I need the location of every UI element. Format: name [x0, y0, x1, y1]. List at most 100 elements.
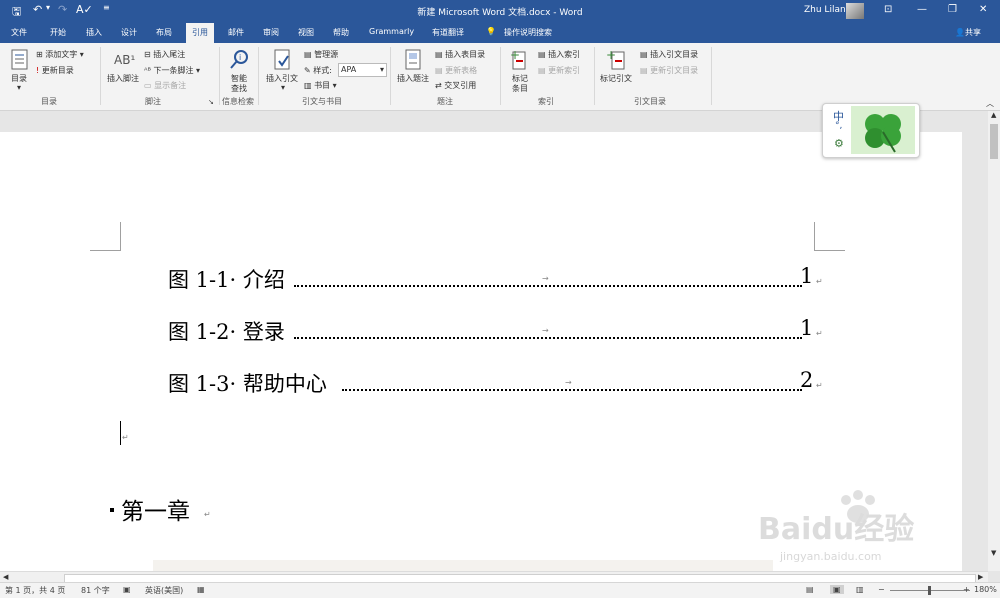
divider	[219, 47, 220, 105]
update-table-label: 更新表格	[445, 66, 478, 75]
tab-mailings[interactable]: 邮件	[228, 27, 244, 38]
insert-index-icon: ▤	[538, 50, 546, 59]
scroll-up-icon[interactable]: ▲	[991, 111, 996, 119]
add-text-button[interactable]: ⊞ 添加文字 ▾	[36, 49, 84, 60]
citation-dropdown-icon[interactable]: ▾	[281, 83, 285, 92]
zoom-in-icon[interactable]: +	[963, 585, 970, 594]
language[interactable]: 英语(美国)	[145, 585, 183, 596]
paragraph-mark: ↵	[816, 277, 823, 286]
bibliography-button[interactable]: ▥ 书目 ▾	[304, 80, 337, 91]
dialog-launcher-icon[interactable]: ↘	[208, 98, 214, 106]
insert-tof-label: 插入表目录	[445, 50, 486, 59]
update-toc-button[interactable]: ! 更新目录	[36, 65, 74, 76]
tab-insert[interactable]: 插入	[86, 27, 102, 38]
user-name[interactable]: Zhu Lilan	[804, 5, 846, 15]
tab-review[interactable]: 审阅	[263, 27, 279, 38]
zoom-level[interactable]: 180%	[974, 585, 997, 594]
widget-settings-icon[interactable]: ⚙	[834, 137, 844, 150]
add-text-label: 添加文字	[45, 50, 78, 59]
web-layout-icon[interactable]: ▥	[856, 585, 864, 594]
tab-design[interactable]: 设计	[121, 27, 137, 38]
toc-entry-page[interactable]: 1	[800, 264, 813, 288]
mark-citation-button[interactable]: 标记引文	[600, 73, 632, 84]
mark-entry-label-2[interactable]: 条目	[512, 83, 528, 94]
read-mode-icon[interactable]: ▤	[806, 585, 814, 594]
restore-icon[interactable]: ❐	[948, 4, 957, 15]
cross-reference-label: 交叉引用	[444, 81, 477, 90]
toc-entry-label[interactable]: 图 1-3· 帮助中心	[168, 368, 327, 398]
toc-entry-label[interactable]: 图 1-1· 介绍	[168, 264, 285, 294]
update-index-button[interactable]: ▤ 更新索引	[538, 65, 580, 76]
page-info[interactable]: 第 1 页，共 4 页	[5, 585, 65, 596]
cross-reference-button[interactable]: ⇄ 交叉引用	[435, 80, 476, 91]
word-count[interactable]: 81 个字	[81, 585, 110, 596]
update-toa-button[interactable]: ▤ 更新引文目录	[640, 65, 698, 76]
scroll-right-icon[interactable]: ▶	[978, 573, 983, 581]
tab-mark-icon: →	[542, 274, 549, 283]
tab-view[interactable]: 视图	[298, 27, 314, 38]
tab-home[interactable]: 开始	[50, 27, 66, 38]
ribbon: 目录 ▾ ⊞ 添加文字 ▾ ! 更新目录 目录 AB¹ 插入脚注 ⊟ 插入尾注 …	[0, 43, 1000, 111]
tab-references[interactable]: 引用	[186, 23, 214, 43]
scroll-left-icon[interactable]: ◀	[3, 573, 8, 581]
watermark-url: jingyan.baidu.com	[780, 550, 882, 563]
insert-tof-button[interactable]: ▤ 插入表目录	[435, 49, 485, 60]
divider	[711, 47, 712, 105]
proofing-icon[interactable]: ▣	[123, 585, 131, 594]
toc-dropdown-icon[interactable]: ▾	[17, 83, 21, 92]
insert-footnote-button[interactable]: 插入脚注	[107, 73, 139, 84]
insert-caption-button[interactable]: 插入题注	[397, 73, 429, 84]
ribbon-tabs: 文件 开始 插入 设计 布局 引用 邮件 审阅 视图 帮助 Grammarly …	[0, 23, 1000, 43]
smart-lookup-label-2[interactable]: 查找	[231, 83, 247, 94]
minimize-icon[interactable]: —	[917, 4, 927, 15]
insert-toa-button[interactable]: ▤ 插入引文目录	[640, 49, 698, 60]
tab-help[interactable]: 帮助	[333, 27, 349, 38]
next-footnote-button[interactable]: ᴬᴮ 下一条脚注 ▾	[144, 65, 200, 76]
style-select[interactable]: APA ▾	[338, 63, 387, 77]
floating-widget[interactable]: 中 °, ⚙	[822, 103, 920, 158]
bibliography-icon: ▥	[304, 81, 312, 90]
insert-index-button[interactable]: ▤ 插入索引	[538, 49, 580, 60]
update-table-button[interactable]: ▤ 更新表格	[435, 65, 477, 76]
share-label: 共享	[964, 28, 981, 37]
tab-grammarly[interactable]: Grammarly	[369, 27, 414, 36]
zoom-out-icon[interactable]: −	[878, 585, 885, 594]
vertical-scrollbar[interactable]: ▲ ▼	[988, 111, 1000, 571]
chapter-heading[interactable]: 第一章	[121, 492, 190, 526]
zoom-slider-thumb[interactable]	[928, 586, 931, 595]
update-icon: !	[36, 66, 40, 75]
insert-caption-icon	[405, 49, 421, 70]
tab-youdao[interactable]: 有道翻译	[432, 27, 464, 38]
widget-punct-icon[interactable]: °,	[835, 121, 842, 131]
crop-mark	[814, 222, 845, 251]
macro-icon[interactable]: ▦	[197, 585, 205, 594]
mark-citation-icon: +	[606, 49, 625, 70]
show-notes-button[interactable]: ▭ 显示备注	[144, 80, 186, 91]
heading-bullet	[110, 508, 114, 512]
watermark-brand: Baidu经验	[758, 512, 915, 547]
toc-leader	[294, 285, 802, 287]
group-label-footnotes: 脚注	[145, 97, 161, 106]
text-cursor	[120, 421, 121, 445]
scroll-thumb[interactable]	[990, 124, 998, 159]
scroll-down-icon[interactable]: ▼	[991, 549, 996, 557]
tab-file[interactable]: 文件	[11, 27, 27, 38]
cross-reference-icon: ⇄	[435, 81, 442, 90]
tab-layout[interactable]: 布局	[156, 27, 172, 38]
share-button[interactable]: 👤共享	[955, 27, 981, 38]
close-icon[interactable]: ✕	[979, 4, 987, 15]
toc-entry-label[interactable]: 图 1-2· 登录	[168, 316, 285, 346]
svg-text:i: i	[239, 53, 241, 62]
update-index-icon: ▤	[538, 66, 546, 75]
manage-sources-button[interactable]: ▤ 管理源	[304, 49, 338, 60]
collapse-ribbon-icon[interactable]: ︿	[986, 98, 994, 109]
insert-endnote-button[interactable]: ⊟ 插入尾注	[144, 49, 185, 60]
toc-entry-page[interactable]: 2	[800, 368, 813, 392]
toc-entry-page[interactable]: 1	[800, 316, 813, 340]
update-table-icon: ▤	[435, 66, 443, 75]
avatar[interactable]	[846, 3, 864, 19]
ribbon-display-icon[interactable]: ⊡	[884, 4, 892, 15]
footnote-icon: AB¹	[114, 53, 136, 67]
tell-me-search[interactable]: 操作说明搜索	[504, 27, 552, 38]
print-layout-icon[interactable]: ▣	[830, 585, 844, 594]
